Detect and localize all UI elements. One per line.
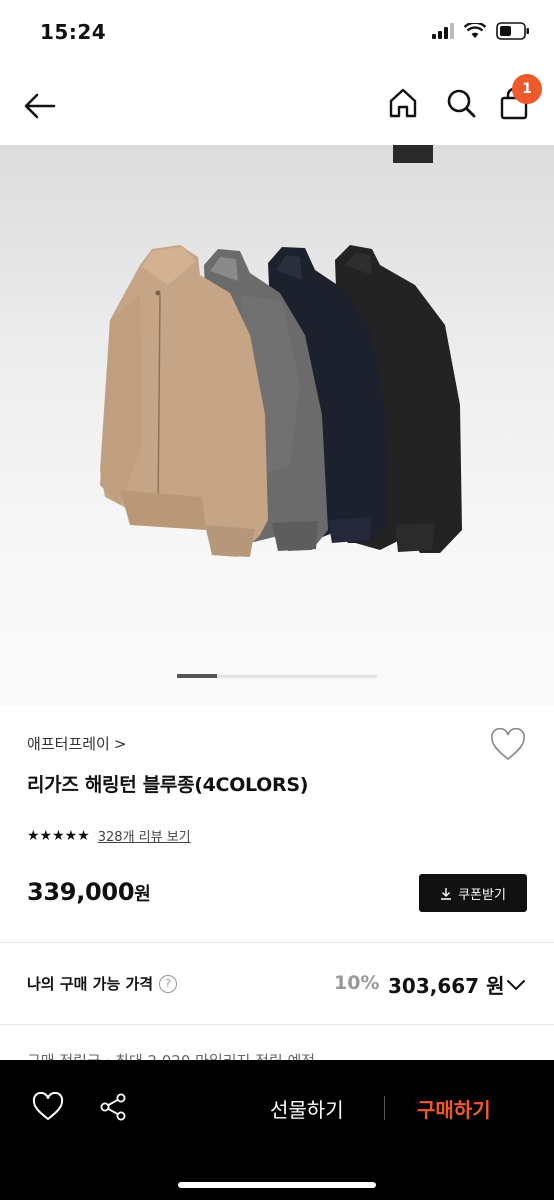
battery-icon [496,22,529,40]
my-buy-label-text: 나의 구매 가능 가격 [27,975,154,993]
wishlist-heart-icon[interactable] [490,728,526,762]
status-bar: 15:24 [0,0,554,68]
product-price: 339,000원 [27,878,151,906]
price-value: 339,000 [27,878,135,906]
wifi-icon [464,23,486,38]
heart-icon[interactable] [32,1092,64,1122]
coupon-label: 쿠폰받기 [458,887,506,903]
brand-link[interactable]: 애프터프레이 > [27,733,126,754]
brand-name: 애프터프레이 [27,735,110,753]
share-icon[interactable] [98,1092,128,1122]
product-image [100,145,462,557]
product-image-gallery[interactable] [0,145,554,705]
buy-button[interactable]: 구매하기 [417,1094,491,1123]
gift-button[interactable]: 선물하기 [270,1094,344,1123]
my-buy-price-value: 303,667 [388,974,480,998]
nav-bar [0,68,554,144]
cart-badge: 1 [512,74,542,104]
divider [0,1024,554,1025]
my-buy-price-label: 나의 구매 가능 가격 ? [27,973,178,994]
review-link[interactable]: 328개 리뷰 보기 [98,826,191,845]
coupon-button[interactable]: 쿠폰받기 [419,874,527,912]
my-buy-discount: 10% [334,972,380,994]
status-icons [432,22,530,40]
star-rating: ★★★★★ [27,827,90,844]
help-icon[interactable]: ? [159,974,178,993]
bottom-action-bar [0,1060,554,1200]
my-buy-price: 303,667 원 [388,970,504,999]
product-title: 리가즈 해링턴 블루종(4COLORS) [27,774,309,796]
price-unit: 원 [134,884,151,905]
status-time: 15:24 [40,20,107,44]
chevron-right-icon: > [113,735,127,753]
signal-icon [432,23,454,39]
gallery-pager-active [177,674,217,678]
my-buy-price-unit: 원 [486,974,505,998]
back-arrow-icon[interactable] [22,88,58,124]
search-icon[interactable] [444,86,478,120]
home-indicator[interactable] [178,1182,376,1188]
divider [0,942,554,943]
download-icon [441,887,452,900]
rating-row: ★★★★★ 328개 리뷰 보기 [27,826,191,846]
home-icon[interactable] [386,86,420,120]
divider [384,1096,385,1120]
chevron-down-icon[interactable] [505,974,527,996]
